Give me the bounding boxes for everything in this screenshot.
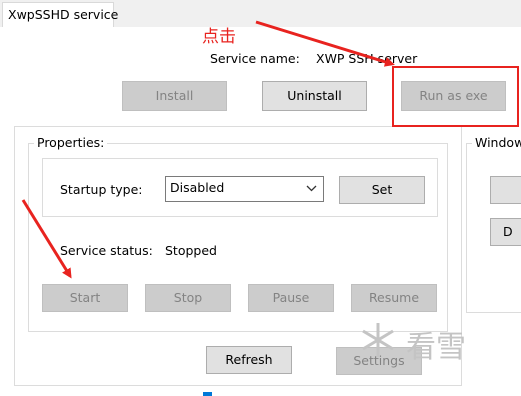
annotation-highlight-box — [392, 66, 519, 127]
service-status-value: Stopped — [165, 243, 217, 258]
startup-type-select[interactable]: Disabled — [165, 176, 324, 202]
snowflake-icon — [358, 320, 398, 363]
tab-strip: XwpSSHD service — [0, 0, 521, 28]
refresh-button[interactable]: Refresh — [206, 346, 292, 374]
resume-button[interactable]: Resume — [351, 284, 437, 312]
startup-type-label: Startup type: — [60, 182, 143, 197]
service-name-value: XWP SSH server — [316, 51, 418, 66]
service-status-label: Service status: — [60, 243, 153, 258]
pause-button[interactable]: Pause — [248, 284, 334, 312]
install-button[interactable]: Install — [122, 81, 227, 111]
annotation-click-label: 点击 — [202, 27, 236, 47]
properties-title: Properties: — [34, 135, 108, 150]
windows-group-title: Window — [472, 135, 521, 150]
stop-button[interactable]: Stop — [145, 284, 231, 312]
uninstall-button[interactable]: Uninstall — [262, 81, 367, 111]
windows-group-button-1[interactable] — [490, 176, 521, 204]
tab-xwpsshd-service[interactable]: XwpSSHD service — [2, 2, 118, 27]
watermark: 看雪 — [358, 318, 518, 366]
windows-group-button-2[interactable]: D — [490, 218, 521, 246]
watermark-text: 看雪 — [406, 330, 466, 365]
startup-type-value: Disabled — [170, 180, 225, 195]
scroll-indicator — [203, 392, 212, 396]
start-button[interactable]: Start — [42, 284, 128, 312]
set-button[interactable]: Set — [339, 176, 425, 204]
service-name-label: Service name: — [210, 51, 300, 66]
chevron-down-icon — [306, 179, 317, 200]
